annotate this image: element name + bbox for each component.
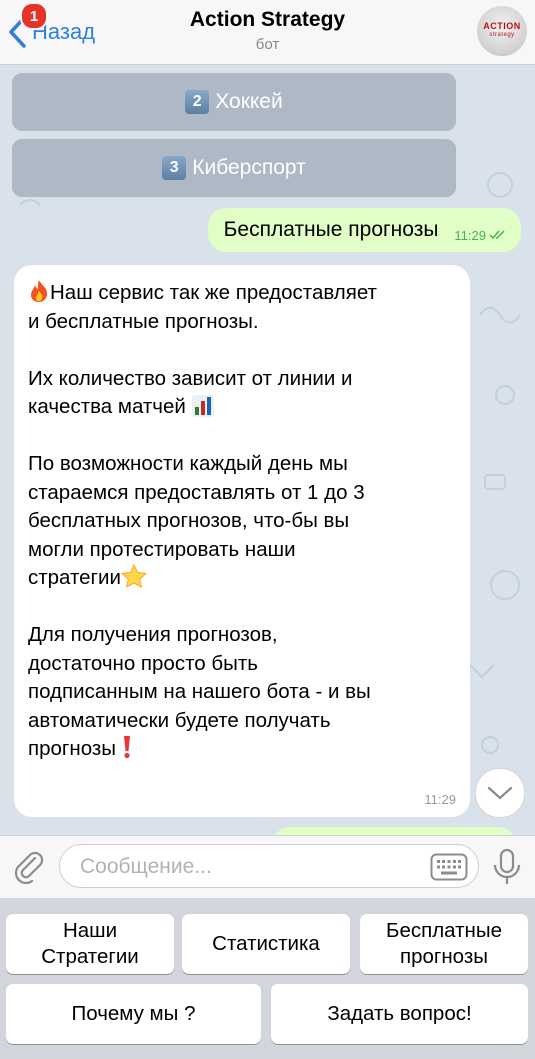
outgoing-message[interactable]: Бесплатные прогнозы 11:29 (207, 208, 521, 252)
chat-subtitle: бот (255, 36, 280, 53)
outgoing-message-partial (272, 827, 516, 835)
keyboard-button-statistics[interactable]: Статистика (182, 914, 350, 974)
message-paragraph: Наш сервис так же предоставляет и беспла… (28, 280, 377, 333)
message-time: 11:29 (424, 792, 456, 807)
paperclip-icon[interactable] (12, 850, 46, 884)
avatar-logo: ACTION strategy (483, 21, 521, 39)
chat-title[interactable]: Action Strategy (0, 8, 535, 32)
keyboard-button-our-strategies[interactable]: Наши Стратегии (6, 914, 174, 974)
exclamation-icon (123, 736, 130, 759)
outgoing-message-text: Бесплатные прогнозы (223, 218, 439, 241)
chat-area[interactable]: 2 Хоккей 3 Киберспорт Бесплатные прогноз… (0, 65, 535, 835)
message-meta: 11:29 (454, 228, 507, 243)
inline-button-esports[interactable]: 3 Киберспорт (12, 139, 456, 197)
inline-button-label: Хоккей (215, 90, 283, 113)
message-paragraph: По возможности каждый день мы стараемся … (28, 452, 365, 589)
fire-icon (31, 280, 48, 302)
keyboard-icon[interactable] (430, 853, 468, 881)
double-check-icon (489, 230, 505, 240)
avatar[interactable]: ACTION strategy (477, 6, 527, 56)
message-input[interactable] (78, 854, 412, 880)
reply-keyboard: Наши Стратегии Статистика Бесплатные про… (0, 897, 535, 1059)
inline-button-hockey[interactable]: 2 Хоккей (12, 73, 456, 131)
message-paragraph: Для получения прогнозов, достаточно прос… (28, 623, 371, 760)
inline-button-label: Киберспорт (192, 156, 306, 179)
message-time: 11:29 (454, 227, 486, 243)
message-field[interactable] (59, 844, 479, 888)
keycap-3-icon: 3 (162, 156, 187, 180)
keyboard-button-why-us[interactable]: Почему мы ? (6, 984, 261, 1044)
star-icon (120, 564, 147, 588)
keyboard-button-free-predictions[interactable]: Бесплатные прогнозы (360, 914, 528, 974)
message-paragraph: Их количество зависит от линии и качеств… (28, 366, 353, 419)
keyboard-button-ask-question[interactable]: Задать вопрос! (271, 984, 528, 1044)
microphone-icon[interactable] (492, 848, 522, 886)
incoming-message[interactable]: Наш сервис так же предоставляет и беспла… (14, 265, 470, 817)
message-input-bar (0, 835, 535, 898)
bar-chart-icon (191, 395, 214, 417)
chat-header: Назад 1 Action Strategy бот ACTION strat… (0, 0, 535, 65)
chevron-down-icon (487, 786, 513, 800)
scroll-down-button[interactable] (475, 768, 525, 818)
keycap-2-icon: 2 (185, 90, 210, 114)
